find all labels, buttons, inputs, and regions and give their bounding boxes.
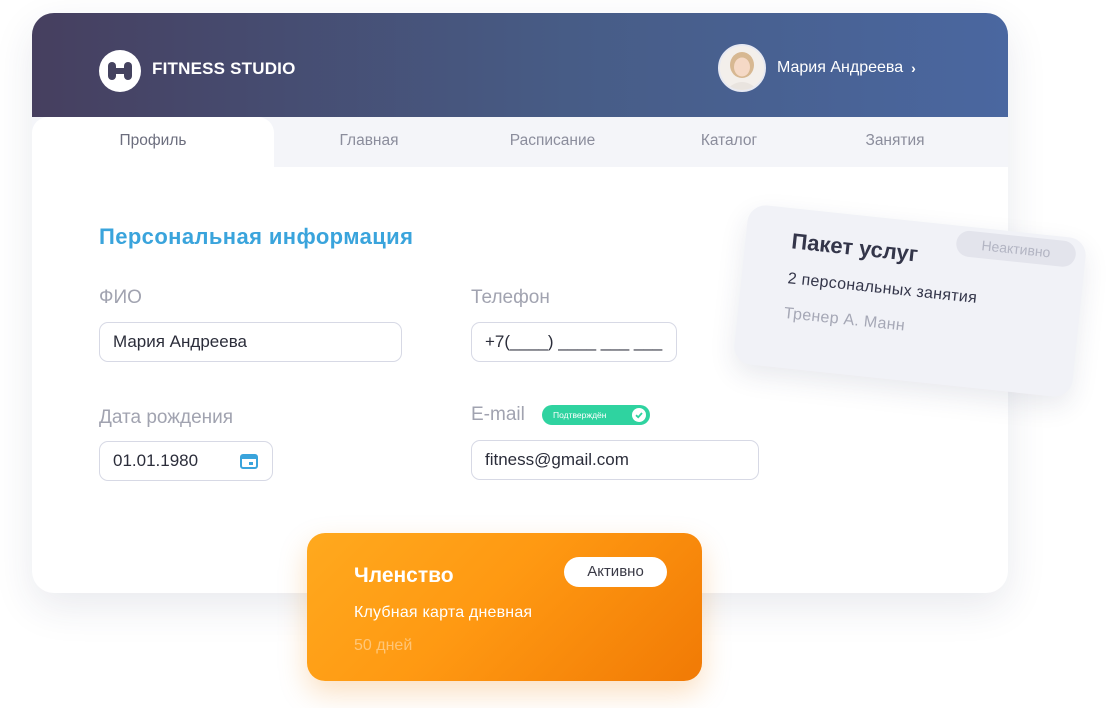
- package-title: Пакет услуг: [790, 228, 920, 267]
- email-input[interactable]: [471, 440, 759, 480]
- tab-bar: Профиль Главная Расписание Каталог Занят…: [32, 117, 1008, 167]
- verified-badge-text: Подтверждён: [553, 410, 607, 420]
- membership-title: Членство: [354, 564, 454, 587]
- section-title: Персональная информация: [99, 224, 414, 249]
- calendar-icon[interactable]: [239, 452, 259, 475]
- membership-days: 50 дней: [354, 637, 413, 654]
- birth-date-label: Дата рождения: [99, 407, 234, 428]
- tab-catalog[interactable]: Каталог: [664, 117, 794, 167]
- package-subtitle: 2 персональных занятия: [786, 270, 978, 307]
- brand-name[interactable]: FITNESS STUDIO: [152, 59, 296, 79]
- chevron-right-icon[interactable]: ›: [911, 60, 916, 76]
- check-circle-icon: [632, 408, 646, 429]
- tab-profile[interactable]: Профиль: [32, 117, 274, 167]
- fio-label: ФИО: [99, 287, 142, 308]
- app-header: FITNESS STUDIO Мария Андреева ›: [32, 13, 1008, 117]
- tab-home[interactable]: Главная: [304, 117, 434, 167]
- fio-input[interactable]: [99, 322, 402, 362]
- membership-subtitle: Клубная карта дневная: [354, 604, 533, 621]
- dumbbell-logo-icon[interactable]: [99, 50, 141, 92]
- phone-label: Телефон: [471, 287, 550, 308]
- avatar[interactable]: [718, 44, 766, 92]
- phone-input[interactable]: [471, 322, 677, 362]
- email-label: E-mail: [471, 404, 525, 425]
- verified-badge: Подтверждён: [542, 405, 650, 425]
- tab-schedule[interactable]: Расписание: [480, 117, 625, 167]
- package-trainer: Тренер А. Манн: [783, 304, 906, 335]
- user-menu[interactable]: Мария Андреева ›: [718, 44, 916, 92]
- status-badge: Активно: [564, 557, 667, 587]
- user-name[interactable]: Мария Андреева: [777, 59, 903, 77]
- membership-card[interactable]: Членство Активно Клубная карта дневная 5…: [307, 533, 702, 681]
- status-badge: Неактивно: [955, 229, 1078, 268]
- tab-classes[interactable]: Занятия: [830, 117, 960, 167]
